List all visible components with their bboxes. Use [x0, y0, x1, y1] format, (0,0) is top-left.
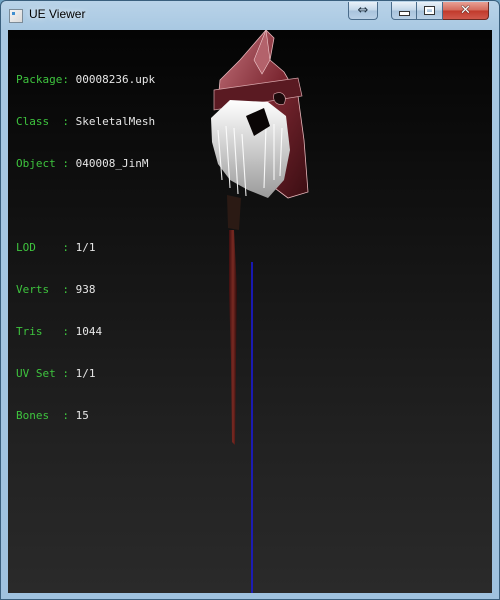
app-icon [9, 9, 23, 23]
info-tris: Tris : 1044 [16, 325, 103, 338]
title-bar[interactable]: UE Viewer ⇔ ✕ [1, 1, 499, 31]
info-class: Class : SkeletalMesh [16, 115, 156, 128]
mesh-info-panel: Package: 00008236.upk Class : SkeletalMe… [16, 45, 155, 451]
app-window: UE Viewer ⇔ ✕ Package: 00008236.upk Clas… [0, 0, 500, 600]
info-object: Object : 040008_JinM [16, 157, 149, 170]
info-verts: Verts : 938 [16, 283, 96, 296]
restore-size-icon: ⇔ [357, 3, 369, 18]
info-uvset: UV Set : 1/1 [16, 367, 96, 380]
close-icon: ✕ [460, 3, 471, 18]
info-spacer [16, 199, 155, 213]
minimize-icon [398, 11, 410, 16]
mesh-neck [227, 195, 241, 230]
maximize-icon [424, 6, 435, 15]
window-title: UE Viewer [29, 7, 86, 21]
info-lod: LOD : 1/1 [16, 241, 96, 254]
minimize-button[interactable] [391, 2, 417, 20]
restore-size-button[interactable]: ⇔ [348, 2, 378, 20]
maximize-button[interactable] [417, 2, 443, 20]
info-bones: Bones : 15 [16, 409, 89, 422]
3d-viewport[interactable]: Package: 00008236.upk Class : SkeletalMe… [8, 30, 492, 593]
info-package: Package: 00008236.upk [16, 73, 156, 86]
mesh-pole [229, 230, 237, 445]
close-button[interactable]: ✕ [443, 2, 489, 20]
